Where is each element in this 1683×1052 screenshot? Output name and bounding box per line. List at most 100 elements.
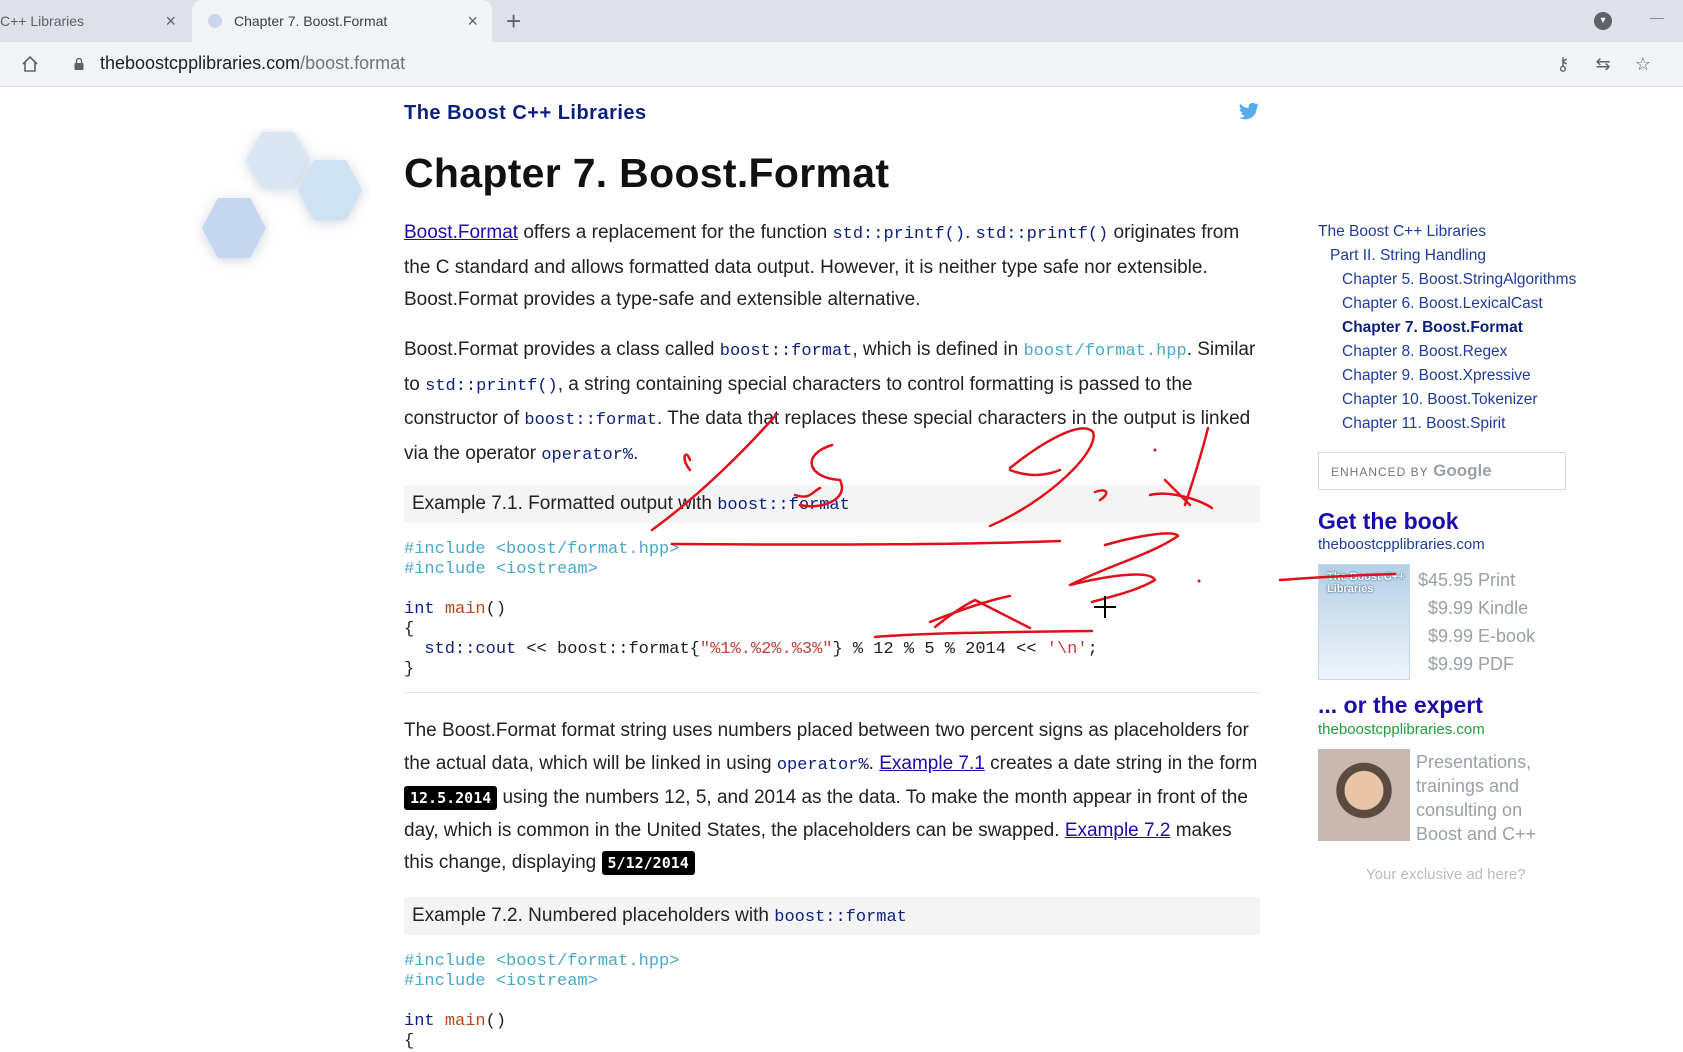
code-inline: boost/format.hpp <box>1023 342 1187 361</box>
code-line: #include <boost/format.hpp> <box>404 952 680 971</box>
boost-format-link[interactable]: Boost.Format <box>404 222 518 243</box>
web-page: The Boost C++ Libraries Chapter 7. Boost… <box>0 88 1683 1052</box>
close-tab-icon[interactable]: × <box>165 12 176 30</box>
code-text: std::cout <box>424 640 517 659</box>
search-placeholder: ENHANCED BY <box>1331 465 1429 479</box>
address-bar[interactable]: theboostcpplibraries.com/boost.format <box>100 53 405 74</box>
code-text: << boost::format{ <box>516 640 700 659</box>
text: Example 7.1. Formatted output with <box>412 493 718 514</box>
chevron-down-icon[interactable]: ▾ <box>1594 12 1612 30</box>
code-text: () <box>485 600 507 619</box>
text: . <box>965 222 976 243</box>
example-7-2-title: Example 7.2. Numbered placeholders with … <box>404 897 1260 935</box>
star-icon[interactable]: ☆ <box>1633 54 1653 74</box>
toc-item[interactable]: Chapter 10. Boost.Tokenizer <box>1318 388 1576 412</box>
output-badge: 12.5.2014 <box>404 786 498 810</box>
code-inline: std::printf() <box>832 225 966 244</box>
price-ebook[interactable]: $9.99 E-book <box>1418 622 1535 650</box>
ad-placeholder[interactable]: Your exclusive ad here? <box>1366 866 1526 883</box>
code-string: '\n' <box>1046 640 1088 659</box>
boost-logo-icon <box>202 132 362 258</box>
code-inline: std::printf() <box>425 376 558 396</box>
code-keyword: int <box>404 1012 435 1031</box>
code-inline: boost::format <box>717 496 850 515</box>
code-function: main <box>444 600 486 619</box>
close-tab-icon[interactable]: × <box>467 12 478 30</box>
text: . <box>868 752 880 774</box>
lock-icon[interactable] <box>74 58 84 70</box>
site-title-link[interactable]: The Boost C++ Libraries <box>404 102 647 125</box>
code-line: #include <iostream> <box>404 972 598 991</box>
placeholder-paragraph: The Boost.Format format string uses numb… <box>404 715 1260 880</box>
price-list: $45.95 Print $9.99 Kindle $9.99 E-book $… <box>1418 566 1535 678</box>
price-pdf[interactable]: $9.99 PDF <box>1418 650 1535 678</box>
example-7-2-link[interactable]: Example 7.2 <box>1065 820 1171 841</box>
tab-title: Chapter 7. Boost.Format <box>234 13 388 29</box>
code-inline: boost::format <box>774 908 907 927</box>
code-block-example-7-1: #include <boost/format.hpp> #include <io… <box>404 540 1260 680</box>
book-cover[interactable]: The Boost C++ Libraries <box>1318 564 1410 680</box>
toc-item[interactable]: Chapter 8. Boost.Regex <box>1318 340 1576 364</box>
class-paragraph: Boost.Format provides a class called boo… <box>404 334 1260 472</box>
table-of-contents: The Boost C++ Libraries Part II. String … <box>1318 220 1576 436</box>
code-text: } <box>404 660 415 679</box>
book-site-link[interactable]: theboostcpplibraries.com <box>1318 536 1485 553</box>
toc-item[interactable]: Chapter 6. Boost.LexicalCast <box>1318 292 1576 316</box>
url-host: theboostcpplibraries.com <box>100 53 301 73</box>
toc-item[interactable]: Chapter 5. Boost.StringAlgorithms <box>1318 268 1576 292</box>
text: creates a date string in the form <box>984 752 1258 774</box>
url-path: /boost.format <box>300 53 406 73</box>
or-the-expert-link[interactable]: ... or the expert <box>1318 692 1483 719</box>
code-keyword: int <box>404 600 435 619</box>
code-text: { <box>404 1032 415 1051</box>
code-text: { <box>404 620 415 639</box>
new-tab-icon[interactable]: + <box>506 6 521 36</box>
key-icon[interactable]: ⚷ <box>1553 54 1573 74</box>
get-the-book-link[interactable]: Get the book <box>1318 508 1459 535</box>
toc-item[interactable]: The Boost C++ Libraries <box>1318 220 1576 244</box>
twitter-icon[interactable] <box>1238 102 1260 122</box>
code-function: main <box>444 1012 486 1031</box>
price-kindle[interactable]: $9.99 Kindle <box>1418 594 1535 622</box>
code-inline: boost::format <box>524 411 658 430</box>
code-block-example-7-2: #include <boost/format.hpp> #include <io… <box>404 952 1260 1052</box>
example-7-1-title: Example 7.1. Formatted output with boost… <box>404 485 1260 523</box>
translate-icon[interactable]: ⇆ <box>1593 54 1613 74</box>
search-input[interactable]: ENHANCED BY Google <box>1318 452 1566 490</box>
book-cover-title: The Boost C++ Libraries <box>1327 571 1405 595</box>
crosshair-cursor-icon <box>1094 596 1116 618</box>
text: offers a replacement for the function <box>518 222 833 243</box>
price-print[interactable]: $45.95 Print <box>1418 566 1535 594</box>
divider <box>404 692 1260 693</box>
tab-boost-format[interactable]: Chapter 7. Boost.Format × <box>192 0 492 42</box>
expert-site-link[interactable]: theboostcpplibraries.com <box>1318 721 1485 738</box>
google-logo: Google <box>1433 461 1492 480</box>
output-badge: 5/12/2014 <box>601 851 695 875</box>
code-text: () <box>485 1012 507 1031</box>
text: , which is defined in <box>852 339 1024 360</box>
chapter-title: Chapter 7. Boost.Format <box>404 150 890 196</box>
intro-paragraph: Boost.Format offers a replacement for th… <box>404 217 1260 317</box>
code-string: "%1%.%2%.%3%" <box>699 640 833 659</box>
example-7-1-link[interactable]: Example 7.1 <box>879 753 985 774</box>
toc-item[interactable]: Part II. String Handling <box>1318 244 1576 268</box>
text: Example 7.2. Numbered placeholders with <box>412 905 775 926</box>
toc-item[interactable]: Chapter 11. Boost.Spirit <box>1318 412 1576 436</box>
favicon-icon <box>208 14 222 28</box>
code-inline: operator% <box>541 445 634 465</box>
tab-title: C++ Libraries <box>0 13 85 29</box>
text: Boost.Format provides a class called <box>404 339 720 360</box>
expert-description[interactable]: Presentations, trainings and consulting … <box>1416 750 1566 846</box>
tab-cpp-libraries[interactable]: C++ Libraries × <box>0 0 190 42</box>
toc-item[interactable]: Chapter 9. Boost.Xpressive <box>1318 364 1576 388</box>
home-icon[interactable] <box>20 54 40 74</box>
code-text: ; <box>1087 640 1098 659</box>
code-text: } % 12 % 5 % 2014 << <box>832 640 1047 659</box>
expert-avatar[interactable] <box>1318 749 1410 841</box>
minimize-icon[interactable] <box>1650 18 1664 19</box>
address-toolbar: theboostcpplibraries.com/boost.format ⚷ … <box>0 42 1683 87</box>
code-inline: std::printf() <box>975 225 1109 244</box>
toc-item-current: Chapter 7. Boost.Format <box>1342 319 1523 336</box>
text: . <box>633 442 639 464</box>
tab-strip: C++ Libraries × Chapter 7. Boost.Format … <box>0 0 1683 42</box>
